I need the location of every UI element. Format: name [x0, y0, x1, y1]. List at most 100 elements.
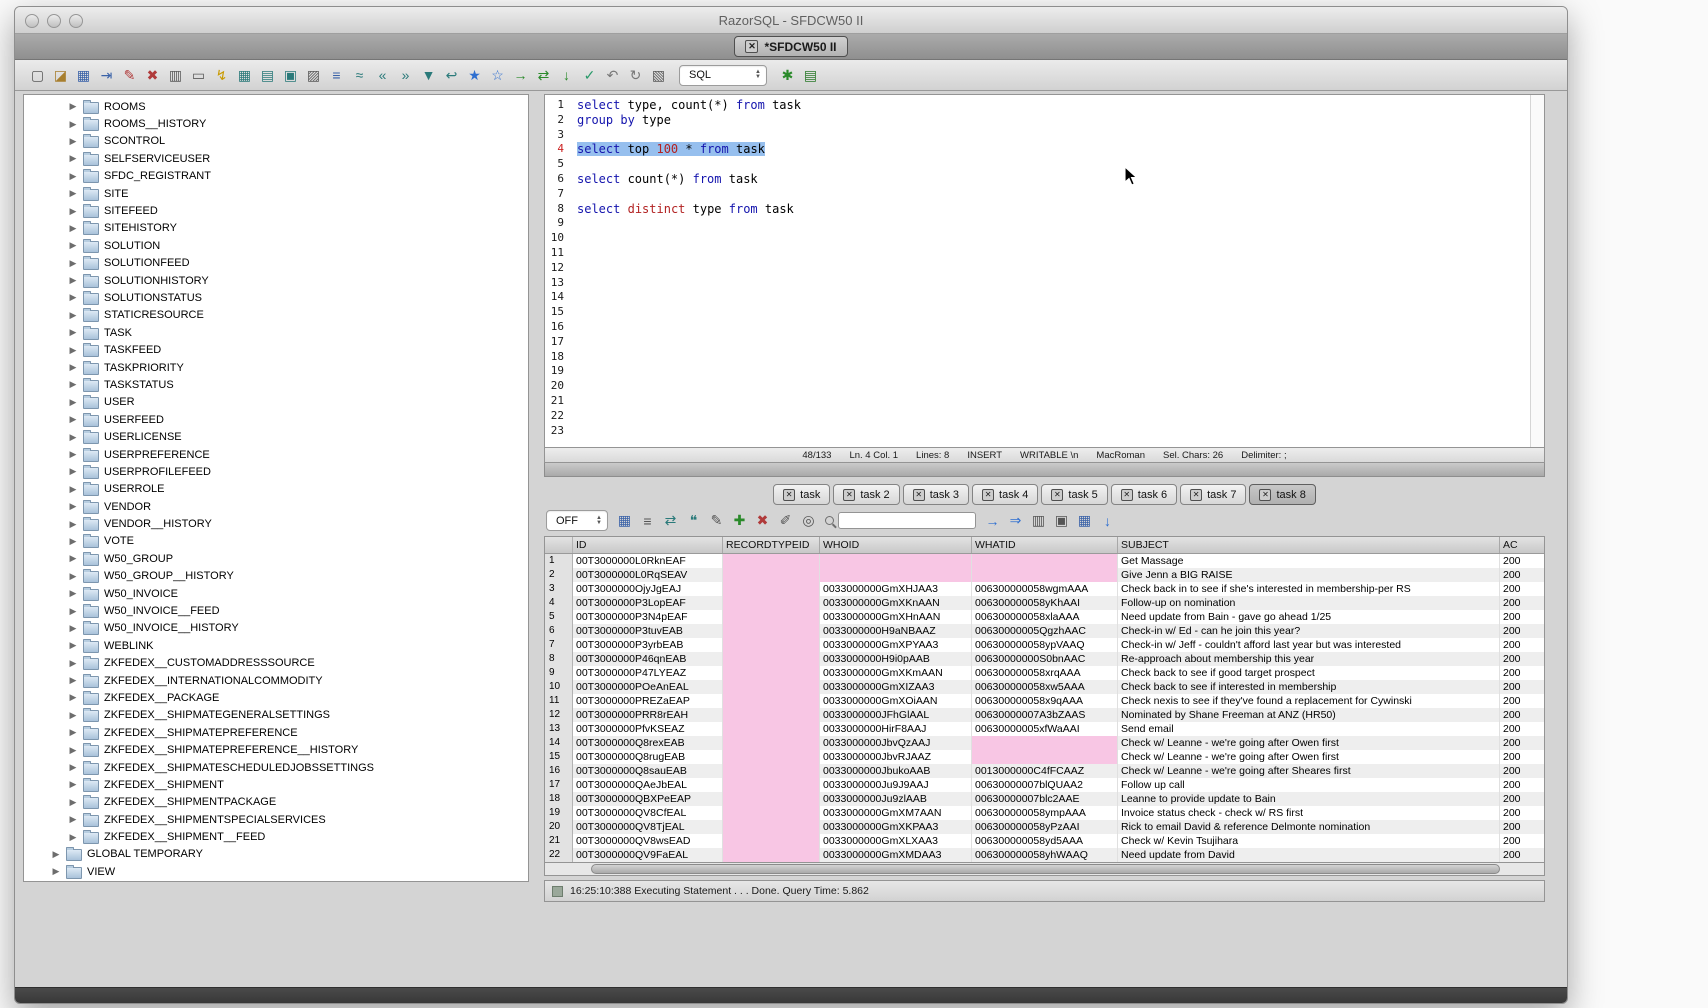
grid-cell[interactable]: 00T3000000L0RqSEAV [573, 568, 723, 582]
tree-item-vote[interactable]: ▶VOTE [24, 533, 528, 550]
column-header-subject[interactable]: SUBJECT [1118, 537, 1500, 553]
code-line[interactable] [577, 157, 1530, 172]
grid-cell[interactable]: Need update from David [1118, 848, 1500, 862]
filter-icon[interactable]: ▼ [418, 65, 439, 86]
grid-cell[interactable]: 006300000058x9qAAA [972, 694, 1118, 708]
grid-cell[interactable]: 0033000000GmXHJAA3 [820, 582, 972, 596]
tree-item-taskpriority[interactable]: ▶TASKPRIORITY [24, 359, 528, 376]
row-number[interactable]: 2 [545, 568, 573, 582]
row-number[interactable]: 13 [545, 722, 573, 736]
sql-editor[interactable]: 1234567891011121314151617181920212223 se… [544, 94, 1545, 448]
disclosure-triangle-icon[interactable]: ▶ [68, 484, 78, 495]
undo-icon[interactable]: ↶ [602, 65, 623, 86]
tree-item-vendor[interactable]: ▶VENDOR [24, 498, 528, 515]
open-file-icon[interactable]: ◪ [50, 65, 71, 86]
results-search-input[interactable] [838, 512, 976, 529]
tree-item-taskstatus[interactable]: ▶TASKSTATUS [24, 376, 528, 393]
disclosure-triangle-icon[interactable]: ▶ [68, 692, 78, 703]
tree-item-zkfedex-shipmatepreference-history[interactable]: ▶ZKFEDEX__SHIPMATEPREFERENCE__HISTORY [24, 741, 528, 758]
grid-cell[interactable]: 200 [1500, 554, 1545, 568]
row-number[interactable]: 8 [545, 652, 573, 666]
disclosure-triangle-icon[interactable]: ▶ [68, 362, 78, 373]
grid-cell[interactable]: 0033000000Ju9J9AAJ [820, 778, 972, 792]
editor-vertical-scrollbar[interactable] [1530, 95, 1544, 447]
format-sql-icon[interactable]: ≈ [349, 65, 370, 86]
save-grid-icon[interactable]: ▦ [1074, 510, 1095, 531]
tree-item-sitefeed[interactable]: ▶SITEFEED [24, 202, 528, 219]
row-number[interactable]: 18 [545, 792, 573, 806]
disclosure-triangle-icon[interactable]: ▶ [68, 466, 78, 477]
tree-item-zkfedex-shipmategeneralsettings[interactable]: ▶ZKFEDEX__SHIPMATEGENERALSETTINGS [24, 707, 528, 724]
code-line[interactable] [577, 379, 1530, 394]
row-number[interactable]: 22 [545, 848, 573, 862]
tree-item-vendor-history[interactable]: ▶VENDOR__HISTORY [24, 515, 528, 532]
grid-cell[interactable]: 006300000058yhWAAQ [972, 848, 1118, 862]
code-line[interactable]: select type, count(*) from task [577, 98, 1530, 113]
tree-item-sitehistory[interactable]: ▶SITEHISTORY [24, 220, 528, 237]
disclosure-triangle-icon[interactable]: ▶ [68, 432, 78, 443]
row-number[interactable]: 11 [545, 694, 573, 708]
email-icon[interactable]: ▭ [188, 65, 209, 86]
code-line[interactable] [577, 305, 1530, 320]
disclosure-triangle-icon[interactable]: ▶ [68, 832, 78, 843]
find-next-icon[interactable]: → [982, 510, 1003, 531]
grid-cell[interactable] [723, 568, 820, 582]
grid-cell[interactable]: 00T3000000P46qnEAB [573, 652, 723, 666]
code-line[interactable] [577, 216, 1530, 231]
redo-icon[interactable]: ↻ [625, 65, 646, 86]
row-number[interactable]: 17 [545, 778, 573, 792]
grid-cell[interactable]: 200 [1500, 708, 1545, 722]
code-line[interactable] [577, 394, 1530, 409]
grid-cell[interactable]: Give Jenn a BIG RAISE [1118, 568, 1500, 582]
tree-item-taskfeed[interactable]: ▶TASKFEED [24, 341, 528, 358]
code-line[interactable] [577, 231, 1530, 246]
disclosure-triangle-icon[interactable]: ▶ [68, 814, 78, 825]
document-tab-close-icon[interactable]: ✕ [745, 40, 758, 53]
grid-cell[interactable]: Follow up call [1118, 778, 1500, 792]
disclosure-triangle-icon[interactable]: ▶ [68, 571, 78, 582]
export-results-icon[interactable]: ▥ [1028, 510, 1049, 531]
row-number[interactable]: 4 [545, 596, 573, 610]
grid-cell[interactable]: 006300000058yd5AAA [972, 834, 1118, 848]
grid-cell[interactable]: 00T3000000P3yrbEAB [573, 638, 723, 652]
grid-cell[interactable]: 00630000005xfWaAAI [972, 722, 1118, 736]
delete-row-icon[interactable]: ✖ [752, 510, 773, 531]
tree-item-zkfedex-shipmatepreference[interactable]: ▶ZKFEDEX__SHIPMATEPREFERENCE [24, 724, 528, 741]
grid-cell[interactable]: 0033000000Ju9zlAAB [820, 792, 972, 806]
grid-cell[interactable]: Leanne to provide update to Bain [1118, 792, 1500, 806]
grid-cell[interactable]: 00T3000000OjyJgEAJ [573, 582, 723, 596]
tree-item-view[interactable]: ▶VIEW [24, 863, 528, 880]
grid-cell[interactable]: 00T3000000P47LYEAZ [573, 666, 723, 680]
row-limit-select[interactable]: OFF ▲▼ [546, 510, 608, 531]
grid-cell[interactable] [723, 764, 820, 778]
grid-cell[interactable]: 006300000058ympAAA [972, 806, 1118, 820]
save-results-icon[interactable]: ▦ [614, 510, 635, 531]
tree-item-rooms-history[interactable]: ▶ROOMS__HISTORY [24, 115, 528, 132]
disclosure-triangle-icon[interactable]: ▶ [68, 536, 78, 547]
run-script-icon[interactable]: ⇄ [533, 65, 554, 86]
tab-close-icon[interactable]: ✕ [982, 489, 994, 501]
grid-cell[interactable]: Check w/ Leanne - we're going after Shea… [1118, 764, 1500, 778]
tree-item-w50-invoice-feed[interactable]: ▶W50_INVOICE__FEED [24, 602, 528, 619]
grid-cell[interactable]: 200 [1500, 764, 1545, 778]
tree-item-w50-group[interactable]: ▶W50_GROUP [24, 550, 528, 567]
grid-cell[interactable]: Nominated by Shane Freeman at ANZ (HR50) [1118, 708, 1500, 722]
edit-cell-icon[interactable]: ✎ [706, 510, 727, 531]
column-header-whoid[interactable]: WHOID [820, 537, 972, 553]
disclosure-triangle-icon[interactable]: ▶ [68, 588, 78, 599]
copy-results-icon[interactable]: ▣ [1051, 510, 1072, 531]
results-tab-task-2[interactable]: ✕task 2 [833, 484, 899, 505]
grid-cell[interactable] [723, 820, 820, 834]
disclosure-triangle-icon[interactable]: ▶ [68, 275, 78, 286]
column-header-ac[interactable]: AC [1500, 537, 1545, 553]
wrap-lines-icon[interactable]: ↩ [441, 65, 462, 86]
filter-results-icon[interactable]: ≡ [637, 510, 658, 531]
disclosure-triangle-icon[interactable]: ▶ [68, 675, 78, 686]
tree-item-solution[interactable]: ▶SOLUTION [24, 237, 528, 254]
disclosure-triangle-icon[interactable]: ▶ [68, 292, 78, 303]
key-icon[interactable]: ◎ [798, 510, 819, 531]
row-number[interactable]: 12 [545, 708, 573, 722]
quote-results-icon[interactable]: ❝ [683, 510, 704, 531]
tree-item-userfeed[interactable]: ▶USERFEED [24, 411, 528, 428]
tree-item-solutionhistory[interactable]: ▶SOLUTIONHISTORY [24, 272, 528, 289]
